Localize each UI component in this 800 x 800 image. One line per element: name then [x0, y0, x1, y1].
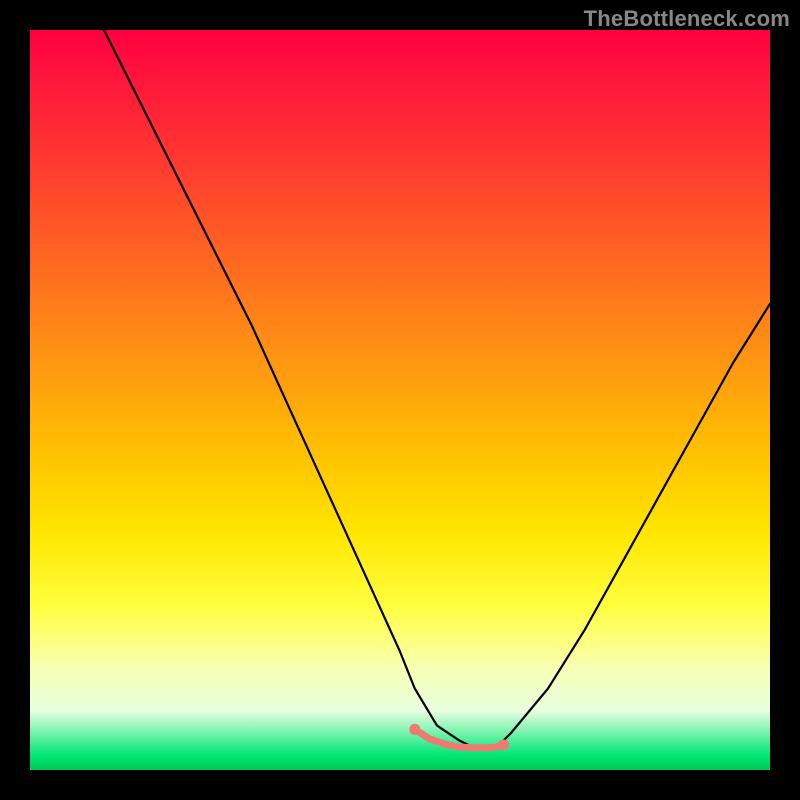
highlight-dot [498, 739, 509, 750]
plot-area [30, 30, 770, 770]
highlight-dot [409, 724, 420, 735]
highlight-flat-min [415, 729, 504, 748]
chart-frame: TheBottleneck.com [0, 0, 800, 800]
watermark-text: TheBottleneck.com [584, 6, 790, 32]
curve-layer [30, 30, 770, 770]
bottleneck-curve [104, 30, 770, 748]
